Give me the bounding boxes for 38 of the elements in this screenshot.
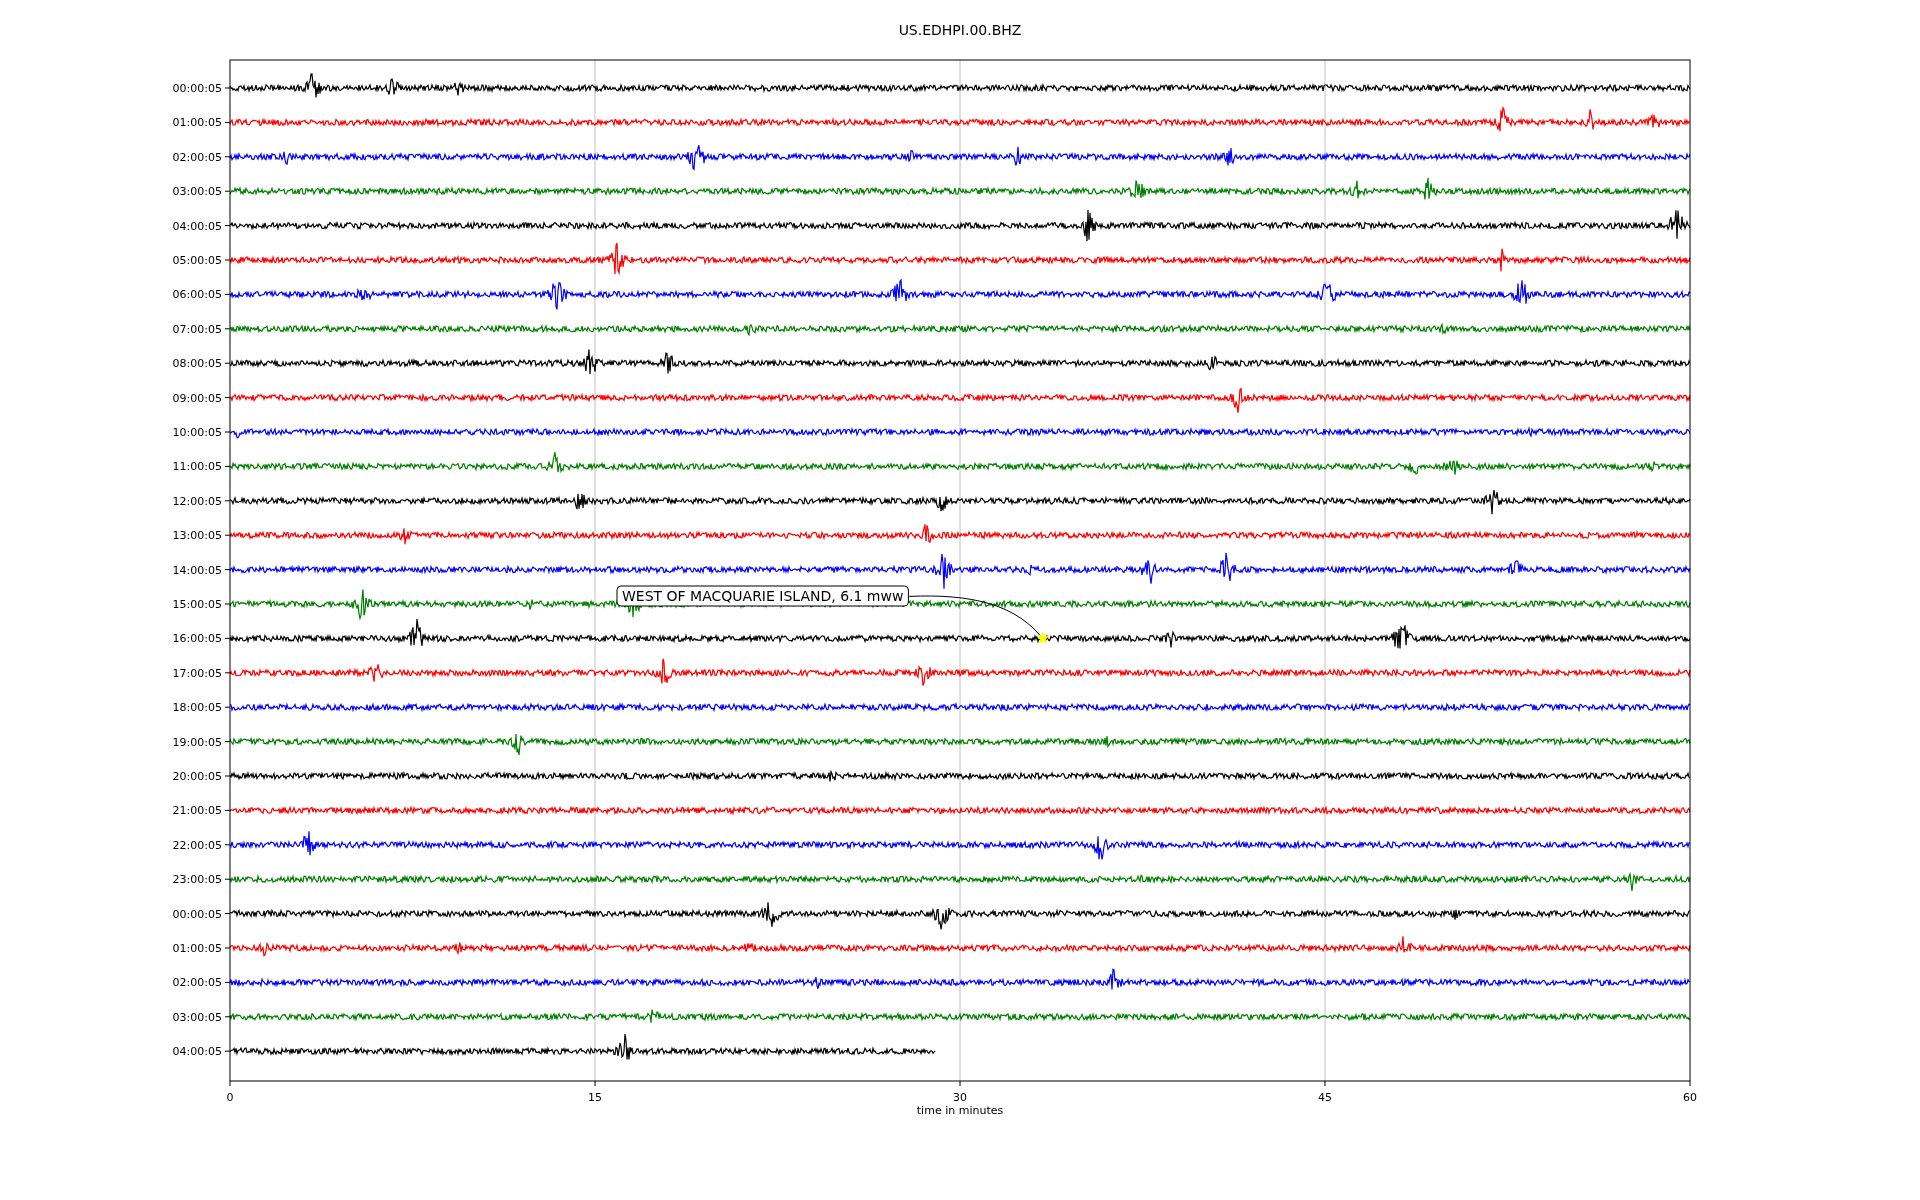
time-label: 06:00:05 bbox=[172, 288, 222, 302]
time-label: 11:00:05 bbox=[172, 460, 222, 474]
time-label: 23:00:05 bbox=[172, 873, 222, 887]
time-label: 00:00:05 bbox=[172, 82, 222, 95]
axis-label: time in minutes bbox=[916, 1104, 1004, 1117]
time-label: 01:00:05 bbox=[172, 942, 222, 955]
time-label: 19:00:05 bbox=[172, 735, 222, 749]
chart-title: US.EDHPI.00.BHZ bbox=[898, 22, 1022, 38]
time-label: 18:00:05 bbox=[172, 701, 222, 715]
time-label: 05:00:05 bbox=[172, 254, 222, 267]
time-label: 01:00:05 bbox=[172, 116, 222, 130]
time-label: 07:00:05 bbox=[172, 322, 222, 336]
tick-label: 0 bbox=[226, 1091, 234, 1104]
time-label: 03:00:05 bbox=[172, 185, 222, 199]
time-label: 14:00:05 bbox=[172, 563, 222, 577]
annotation-label: WEST OF MACQUARIE ISLAND, 6.1 mww bbox=[616, 585, 909, 607]
tick-label: 60 bbox=[1683, 1091, 1697, 1104]
tick-label: 45 bbox=[1318, 1091, 1332, 1104]
time-label: 17:00:05 bbox=[172, 666, 222, 680]
tick-label: 15 bbox=[588, 1091, 602, 1104]
time-label: 02:00:05 bbox=[172, 150, 222, 164]
time-label: 15:00:05 bbox=[172, 598, 222, 611]
time-label: 16:00:05 bbox=[172, 632, 222, 646]
time-label: 22:00:05 bbox=[172, 838, 222, 852]
time-label: 03:00:05 bbox=[172, 1010, 222, 1024]
time-label: 00:00:05 bbox=[172, 907, 222, 921]
star-icon bbox=[1036, 631, 1050, 645]
time-label: 08:00:05 bbox=[172, 357, 222, 371]
time-label: 13:00:05 bbox=[172, 529, 222, 543]
time-label: 12:00:05 bbox=[172, 494, 222, 508]
time-label: 10:00:05 bbox=[172, 426, 222, 439]
tick-label: 30 bbox=[953, 1091, 967, 1104]
time-label: 21:00:05 bbox=[172, 804, 222, 818]
time-label: 09:00:05 bbox=[172, 391, 222, 405]
time-label: 02:00:05 bbox=[172, 976, 222, 990]
time-label: 04:00:05 bbox=[172, 219, 222, 233]
time-label: 04:00:05 bbox=[172, 1045, 222, 1059]
time-label: 20:00:05 bbox=[172, 770, 222, 783]
